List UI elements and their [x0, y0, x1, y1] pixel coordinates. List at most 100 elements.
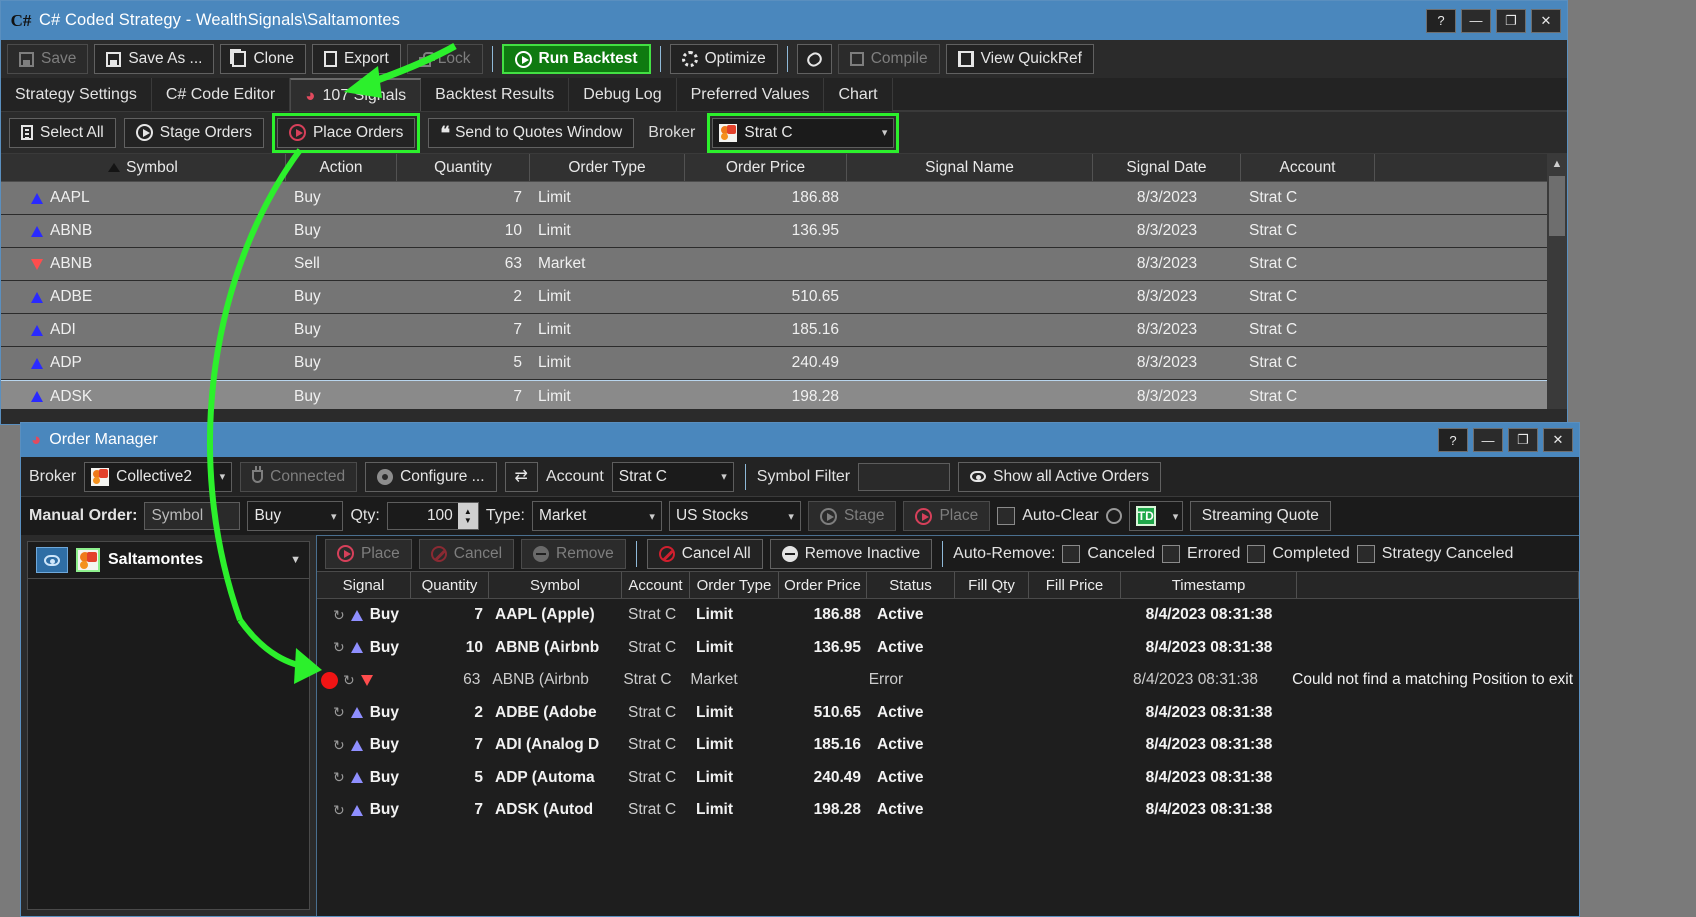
column-header-symbol[interactable]: Symbol: [489, 572, 622, 598]
run-backtest-button[interactable]: Run Backtest: [502, 44, 651, 74]
export-button[interactable]: Export: [312, 44, 401, 74]
stage-orders-button[interactable]: Stage Orders: [124, 118, 264, 148]
select-all-button[interactable]: Select All: [9, 118, 116, 148]
optimize-button[interactable]: Optimize: [670, 44, 778, 74]
auto-remove-errored-checkbox[interactable]: [1162, 545, 1180, 563]
om-account-select[interactable]: Strat C ▾: [612, 462, 734, 492]
save-button[interactable]: Save: [7, 44, 88, 74]
link-button[interactable]: [797, 44, 832, 74]
column-header-order-price[interactable]: Order Price: [685, 154, 847, 181]
column-header-account[interactable]: Account: [1241, 154, 1375, 181]
column-header-signal[interactable]: Signal: [317, 572, 411, 598]
column-header-status[interactable]: Status: [867, 572, 955, 598]
minimize-button[interactable]: —: [1461, 9, 1491, 33]
connected-button[interactable]: Connected: [240, 462, 357, 492]
column-header-order-price[interactable]: Order Price: [779, 572, 867, 598]
clone-button[interactable]: Clone: [220, 44, 306, 74]
table-row[interactable]: ABNBBuy10Limit136.958/3/2023Strat C: [1, 215, 1567, 248]
column-header-action[interactable]: Action: [286, 154, 397, 181]
close-button[interactable]: ✕: [1531, 9, 1561, 33]
remove-button[interactable]: Remove: [521, 539, 626, 569]
tab-preferred-values[interactable]: Preferred Values: [677, 78, 825, 111]
remove-inactive-button[interactable]: Remove Inactive: [770, 539, 932, 569]
quantity-stepper[interactable]: 100 ▲▼: [387, 502, 479, 530]
table-row[interactable]: ↻Buy7AAPL (Apple)Strat CLimit186.88Activ…: [317, 599, 1579, 632]
scroll-up-icon[interactable]: ▲: [1547, 154, 1567, 174]
place-orders-button[interactable]: Place Orders: [277, 118, 415, 148]
column-header-order-type[interactable]: Order Type: [530, 154, 685, 181]
auto-remove-errored-label: Errored: [1187, 545, 1240, 563]
manual-place-button[interactable]: Place: [903, 501, 990, 531]
compile-button[interactable]: Compile: [838, 44, 940, 74]
table-row[interactable]: ↻63ABNB (AirbnbStrat CMarketError8/4/202…: [317, 664, 1579, 697]
column-header-account[interactable]: Account: [622, 572, 690, 598]
om-broker-select[interactable]: Collective2 ▾: [84, 462, 232, 492]
td-provider-select[interactable]: TD ▾: [1129, 501, 1183, 531]
send-to-quotes-window-button[interactable]: ❝ Send to Quotes Window: [428, 118, 634, 148]
tab-debug-log[interactable]: Debug Log: [569, 78, 676, 111]
eye-icon[interactable]: [36, 547, 68, 573]
manual-type-select[interactable]: Market ▾: [532, 501, 662, 531]
broker-select[interactable]: Strat C ▾: [712, 118, 894, 148]
table-row[interactable]: ADPBuy5Limit240.498/3/2023Strat C: [1, 347, 1567, 380]
om-minimize-button[interactable]: —: [1473, 428, 1503, 452]
signals-scrollbar[interactable]: ▲: [1547, 154, 1567, 409]
table-row[interactable]: ADSKBuy7Limit198.288/3/2023Strat C: [1, 380, 1567, 409]
refresh-button[interactable]: ⇄: [505, 462, 538, 492]
column-header-order-type[interactable]: Order Type: [690, 572, 779, 598]
table-row[interactable]: ABNBSell63Market8/3/2023Strat C: [1, 248, 1567, 281]
table-row[interactable]: ↻Buy7ADSK (AutodStrat CLimit198.28Active…: [317, 794, 1579, 827]
cell-symbol: ADP (Automa: [489, 769, 622, 787]
auto-remove-strategy-canceled-checkbox[interactable]: [1357, 545, 1375, 563]
auto-remove-canceled-checkbox[interactable]: [1062, 545, 1080, 563]
table-row[interactable]: ADBEBuy2Limit510.658/3/2023Strat C: [1, 281, 1567, 314]
column-header-quantity[interactable]: Quantity: [411, 572, 489, 598]
om-maximize-button[interactable]: ❐: [1508, 428, 1538, 452]
manual-side-select[interactable]: Buy ▾: [247, 501, 343, 531]
column-header-message[interactable]: [1297, 572, 1579, 598]
view-quickref-button[interactable]: View QuickRef: [946, 44, 1094, 74]
auto-clear-checkbox[interactable]: [997, 507, 1015, 525]
auto-remove-completed-checkbox[interactable]: [1247, 545, 1265, 563]
table-row[interactable]: AAPLBuy7Limit186.888/3/2023Strat C: [1, 182, 1567, 215]
stepper-arrows-icon[interactable]: ▲▼: [458, 503, 478, 529]
manual-symbol-input[interactable]: Symbol: [144, 502, 240, 530]
configure-button[interactable]: Configure ...: [365, 462, 496, 492]
lock-button[interactable]: Lock: [407, 44, 483, 74]
tab-chart[interactable]: Chart: [824, 78, 892, 111]
om-help-button[interactable]: ?: [1438, 428, 1468, 452]
streaming-quote-button[interactable]: Streaming Quote: [1190, 501, 1331, 531]
tab-107-signals[interactable]: ◕ 107 Signals: [290, 78, 421, 111]
manual-stage-button[interactable]: Stage: [808, 501, 897, 531]
chevron-down-icon[interactable]: ▼: [290, 554, 301, 566]
column-header-fill-qty[interactable]: Fill Qty: [955, 572, 1029, 598]
cancel-all-button[interactable]: Cancel All: [647, 539, 763, 569]
symbol-filter-input[interactable]: [858, 463, 950, 491]
tab-strategy-settings[interactable]: Strategy Settings: [1, 78, 152, 111]
column-header-symbol[interactable]: Symbol: [1, 154, 286, 181]
save-as-button[interactable]: Save As ...: [94, 44, 214, 74]
cell-order-price: 510.65: [685, 288, 847, 306]
show-all-active-orders-button[interactable]: Show all Active Orders: [958, 462, 1161, 492]
column-header-fill-price[interactable]: Fill Price: [1029, 572, 1121, 598]
table-row[interactable]: ↻Buy10ABNB (AirbnbStrat CLimit136.95Acti…: [317, 632, 1579, 665]
help-button[interactable]: ?: [1426, 9, 1456, 33]
column-header-quantity[interactable]: Quantity: [397, 154, 530, 181]
table-row[interactable]: ↻Buy7ADI (Analog DStrat CLimit185.16Acti…: [317, 729, 1579, 762]
manual-market-select[interactable]: US Stocks ▾: [669, 501, 801, 531]
om-close-button[interactable]: ✕: [1543, 428, 1573, 452]
strategy-header[interactable]: Saltamontes ▼: [27, 541, 310, 579]
column-header-signal-name[interactable]: Signal Name: [847, 154, 1093, 181]
table-row[interactable]: ↻Buy2ADBE (AdobeStrat CLimit510.65Active…: [317, 697, 1579, 730]
tab-backtest-results[interactable]: Backtest Results: [421, 78, 569, 111]
column-header-timestamp[interactable]: Timestamp: [1121, 572, 1297, 598]
maximize-button[interactable]: ❐: [1496, 9, 1526, 33]
place-button[interactable]: Place: [325, 539, 412, 569]
table-row[interactable]: ↻Buy5ADP (AutomaStrat CLimit240.49Active…: [317, 762, 1579, 795]
scrollbar-thumb[interactable]: [1549, 176, 1565, 236]
cancel-button[interactable]: Cancel: [419, 539, 514, 569]
column-header-signal-date[interactable]: Signal Date: [1093, 154, 1241, 181]
tab-csharp-code-editor[interactable]: C# Code Editor: [152, 78, 290, 111]
table-row[interactable]: ADIBuy7Limit185.168/3/2023Strat C: [1, 314, 1567, 347]
quote-radio[interactable]: [1106, 508, 1122, 524]
